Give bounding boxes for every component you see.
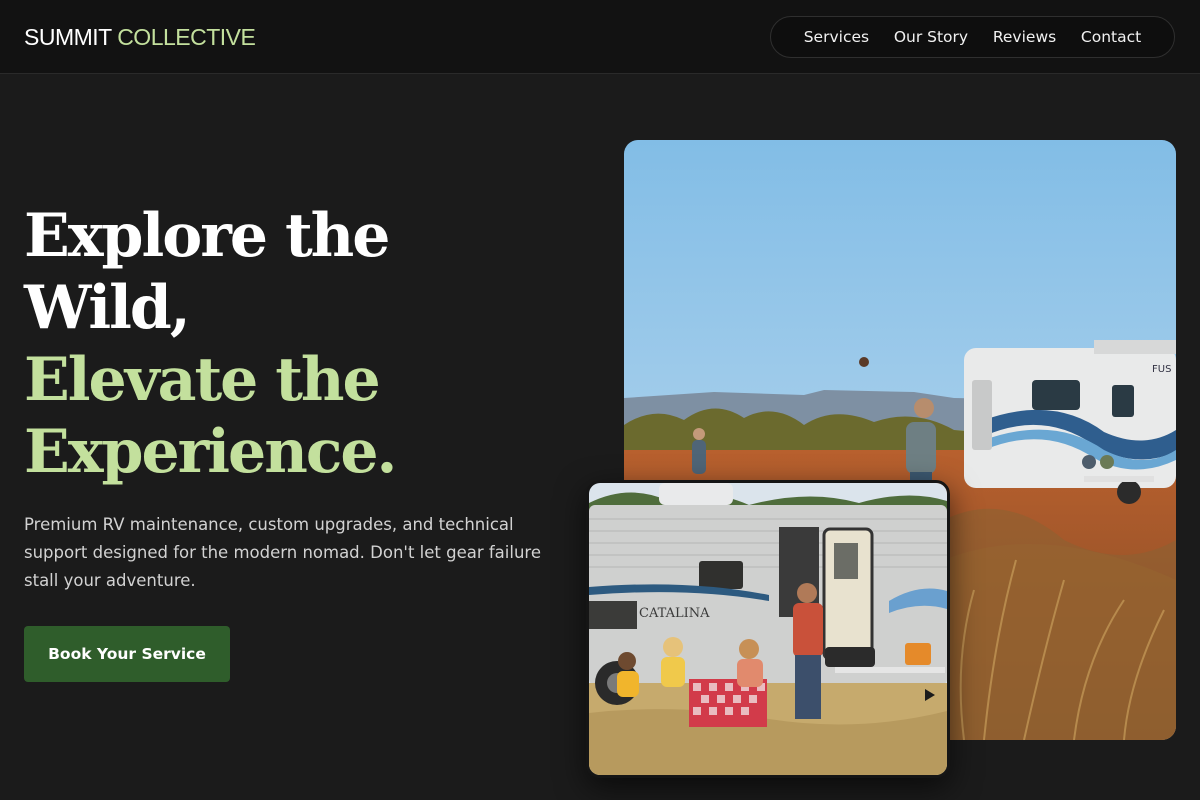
- trailer-brand-text: CATALINA: [639, 606, 710, 621]
- hero-photo-inset: CATALINA: [586, 480, 950, 778]
- headline-line-3: Elevate the: [24, 345, 381, 415]
- headline-line-1: Explore the: [24, 201, 390, 271]
- nav-link-reviews[interactable]: Reviews: [993, 28, 1056, 46]
- nav-link-contact[interactable]: Contact: [1081, 28, 1141, 46]
- main-nav: Services Our Story Reviews Contact: [770, 16, 1175, 58]
- hero-description: Premium RV maintenance, custom upgrades,…: [24, 515, 541, 590]
- brand-name-part1: SUMMIT: [24, 24, 112, 50]
- hero-headline: Explore the Wild, Elevate the Experience…: [24, 200, 584, 488]
- rv-brand-text: FUS: [1152, 364, 1171, 375]
- nav-link-our-story[interactable]: Our Story: [894, 28, 968, 46]
- book-service-button[interactable]: Book Your Service: [24, 626, 230, 682]
- nav-link-services[interactable]: Services: [804, 28, 869, 46]
- headline-line-2: Wild,: [24, 273, 191, 343]
- site-header: SUMMIT COLLECTIVE Services Our Story Rev…: [0, 0, 1200, 74]
- brand-logo[interactable]: SUMMIT COLLECTIVE: [24, 22, 256, 52]
- brand-name-part2: COLLECTIVE: [117, 24, 256, 50]
- headline-line-4: Experience.: [24, 417, 397, 487]
